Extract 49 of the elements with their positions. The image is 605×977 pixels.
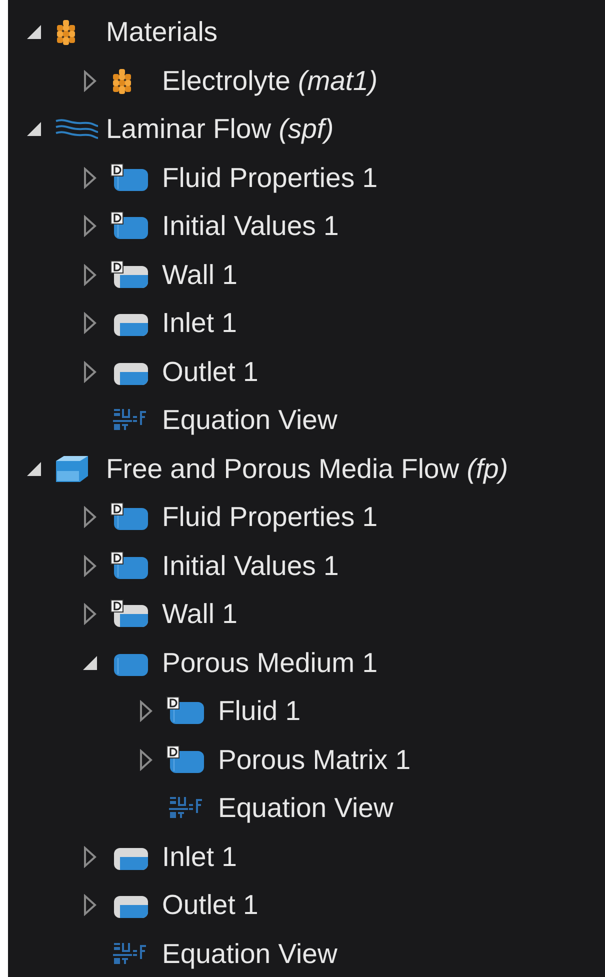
- block-icon: [54, 454, 90, 483]
- tree-item[interactable]: Equation View: [162, 404, 338, 436]
- tree-item[interactable]: Wall 1: [162, 598, 238, 630]
- tree-item[interactable]: Fluid Properties 1: [162, 162, 378, 194]
- tree-item[interactable]: Inlet 1: [162, 307, 237, 340]
- tree-item[interactable]: Equation View: [218, 792, 394, 824]
- tree-item[interactable]: Porous Medium 1: [162, 646, 378, 679]
- flow-lines-icon: [54, 118, 100, 140]
- tree-item[interactable]: Fluid Properties 1: [162, 501, 378, 534]
- tree-item[interactable]: Laminar Flow (spf): [106, 113, 334, 146]
- tree-item[interactable]: Outlet 1: [162, 356, 258, 388]
- tree-item[interactable]: Initial Values 1: [162, 550, 339, 582]
- tree-item[interactable]: Initial Values 1: [162, 210, 339, 242]
- expand-arrow-icon[interactable]: [83, 166, 97, 189]
- expand-arrow-icon[interactable]: [83, 554, 97, 577]
- boundary-default-icon: [110, 260, 150, 290]
- collapse-arrow-icon[interactable]: [82, 654, 98, 671]
- collapse-arrow-icon[interactable]: [26, 24, 42, 40]
- tree-item[interactable]: Porous Matrix 1: [218, 744, 411, 776]
- tree-item[interactable]: Equation View: [162, 938, 338, 970]
- tree-item[interactable]: Wall 1: [162, 258, 238, 291]
- domain-default-icon: [110, 162, 150, 193]
- expand-arrow-icon[interactable]: [83, 506, 97, 528]
- expand-arrow-icon[interactable]: [83, 264, 97, 286]
- tree-item[interactable]: Outlet 1: [162, 889, 258, 922]
- collapse-arrow-icon[interactable]: [26, 460, 42, 477]
- expand-arrow-icon[interactable]: [83, 846, 97, 868]
- material-cluster-icon: [110, 68, 134, 94]
- domain-default-icon: [166, 696, 206, 726]
- tree-item[interactable]: Electrolyte (mat1): [162, 64, 378, 97]
- expand-arrow-icon[interactable]: [139, 700, 153, 722]
- expand-arrow-icon[interactable]: [83, 215, 97, 238]
- expand-arrow-icon[interactable]: [83, 603, 97, 626]
- domain-default-icon: [110, 502, 150, 532]
- expand-arrow-icon[interactable]: [83, 360, 97, 383]
- domain-default-icon: [110, 550, 150, 581]
- domain-default-icon: [110, 211, 150, 242]
- tree-item[interactable]: Materials: [106, 16, 218, 48]
- expand-arrow-icon[interactable]: [83, 894, 97, 916]
- material-cluster-icon: [54, 19, 78, 46]
- domain-default-icon: [166, 744, 206, 775]
- expand-arrow-icon[interactable]: [83, 312, 97, 334]
- tree-item[interactable]: Fluid 1: [218, 695, 301, 728]
- expand-arrow-icon[interactable]: [139, 748, 153, 771]
- tree-item[interactable]: Free and Porous Media Flow (fp): [106, 452, 508, 485]
- boundary-default-icon: [110, 599, 150, 630]
- collapse-arrow-icon[interactable]: [26, 121, 42, 138]
- tree-item[interactable]: Inlet 1: [162, 840, 237, 873]
- expand-arrow-icon[interactable]: [83, 70, 97, 92]
